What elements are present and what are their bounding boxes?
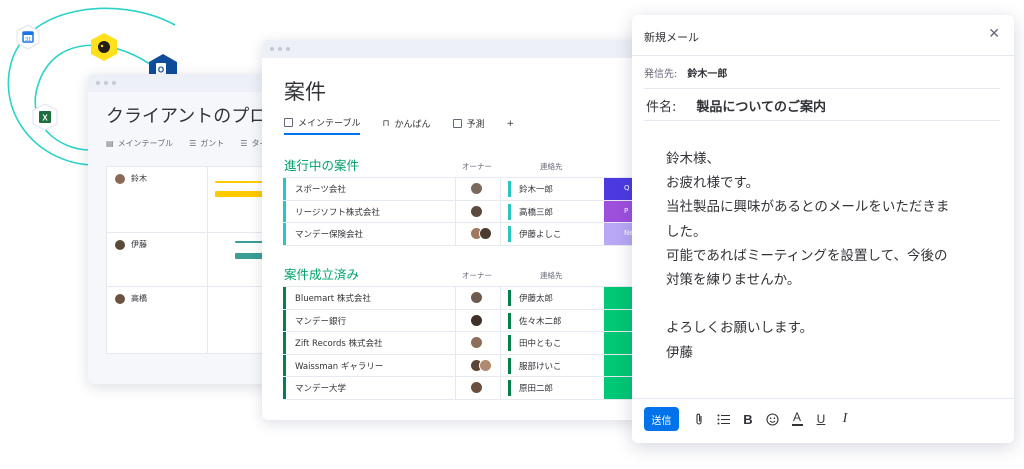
bold-icon[interactable]: B	[738, 409, 758, 429]
chart-icon	[452, 119, 462, 128]
table-icon	[284, 118, 293, 127]
owner-avatar	[470, 313, 483, 327]
board-tabs: ▤ メインテーブル ☰ ガント ☰ タイ	[106, 138, 267, 149]
gantt-row: 伊藤	[107, 233, 278, 287]
recipient-field[interactable]: 発信先: 鈴木一郎	[644, 65, 727, 80]
table-row[interactable]: リージソフト株式会社 高橋三郎 P	[283, 200, 642, 224]
tab-main-table[interactable]: ▤ メインテーブル	[106, 138, 173, 149]
svg-text:X: X	[42, 114, 48, 123]
gantt-grid: 鈴木 伊藤 高橋	[106, 166, 278, 354]
gantt-row: 鈴木	[107, 167, 278, 233]
add-tab-button[interactable]: +	[507, 116, 515, 135]
compose-toolbar: 送信 B A U I	[632, 398, 1014, 443]
owner-avatar	[470, 291, 483, 304]
mailchimp-icon	[90, 32, 118, 62]
table-row[interactable]: マンデー銀行 佐々木二郎	[283, 309, 642, 333]
tab-kanban[interactable]: ⊓ かんばん	[382, 116, 430, 135]
svg-text:31: 31	[25, 37, 31, 43]
board-tabs: メインテーブル ⊓ かんばん 予測 +	[284, 116, 514, 135]
excel-icon: X	[32, 103, 58, 131]
avatar	[115, 173, 125, 184]
table-row[interactable]: スポーツ会社 鈴木一郎 Q	[283, 178, 642, 201]
window-bar	[88, 74, 278, 92]
table-row[interactable]: マンデー保険会社 伊藤よしこ Ne	[283, 223, 642, 246]
close-icon[interactable]: ✕	[988, 27, 1000, 41]
text-color-icon[interactable]: A	[787, 409, 807, 429]
group-title-closed-won: 案件成立済み	[284, 267, 360, 282]
subject-field[interactable]: 件名: 製品についてのご案内	[646, 96, 826, 115]
deals-board: 案件 メインテーブル ⊓ かんばん 予測 + 進行中の案件 オーナー 連絡先 スポ…	[262, 40, 642, 420]
avatar	[115, 239, 125, 250]
column-contact: 連絡先	[540, 271, 563, 280]
page-title: 案件	[284, 80, 326, 104]
gantt-row: 高橋	[107, 287, 278, 355]
owner-avatar	[470, 182, 483, 195]
owner-avatar	[470, 358, 492, 372]
owner-avatar	[470, 381, 483, 395]
dialog-header: 新規メール ✕	[632, 15, 1014, 56]
deals-table-closed-won: Bluemart 株式会社 伊藤太郎 マンデー銀行 佐々木二郎 Zift Rec…	[283, 286, 642, 400]
board-title: クライアントのプロ	[106, 106, 268, 127]
deals-table-in-progress: スポーツ会社 鈴木一郎 Q リージソフト株式会社 高橋三郎 P マンデー保険会社…	[283, 177, 642, 246]
table-row[interactable]: Zift Records 株式会社 田中ともこ	[283, 332, 642, 355]
table-row[interactable]: Bluemart 株式会社 伊藤太郎	[283, 287, 642, 310]
tab-gantt[interactable]: ☰ ガント	[189, 138, 224, 149]
owner-avatar	[470, 336, 483, 350]
tab-forecast[interactable]: 予測	[452, 116, 485, 135]
list-icon[interactable]	[713, 409, 733, 429]
kanban-icon: ⊓	[382, 118, 390, 129]
paperclip-icon[interactable]	[689, 409, 709, 429]
new-email-dialog: 新規メール ✕ 発信先: 鈴木一郎 件名: 製品についてのご案内 鈴木様、 お疲…	[632, 15, 1014, 443]
window-bar	[262, 40, 642, 58]
google-calendar-icon: 31	[16, 24, 40, 50]
italic-icon[interactable]: I	[835, 409, 855, 429]
owner-avatar	[470, 227, 492, 241]
table-row[interactable]: マンデー大学 原田二郎	[283, 377, 642, 400]
owner-avatar	[470, 204, 483, 218]
email-body[interactable]: 鈴木様、 お疲れ様です。 当社製品に興味があるとのメールをいただきま した。 可…	[666, 147, 996, 365]
avatar	[115, 293, 125, 304]
column-contact: 連絡先	[540, 162, 563, 171]
table-row[interactable]: Waissman ギャラリー 服部けいこ	[283, 354, 642, 378]
emoji-icon[interactable]	[762, 409, 782, 429]
column-owner: オーナー	[462, 271, 492, 280]
column-owner: オーナー	[462, 162, 492, 171]
dialog-title: 新規メール	[644, 31, 699, 44]
client-project-board: クライアントのプロ ▤ メインテーブル ☰ ガント ☰ タイ 鈴木 伊藤 高橋	[88, 74, 278, 384]
group-title-in-progress: 進行中の案件	[284, 158, 360, 173]
tab-main-table[interactable]: メインテーブル	[284, 116, 361, 135]
send-button[interactable]: 送信	[644, 407, 679, 431]
underline-icon[interactable]: U	[811, 409, 831, 429]
